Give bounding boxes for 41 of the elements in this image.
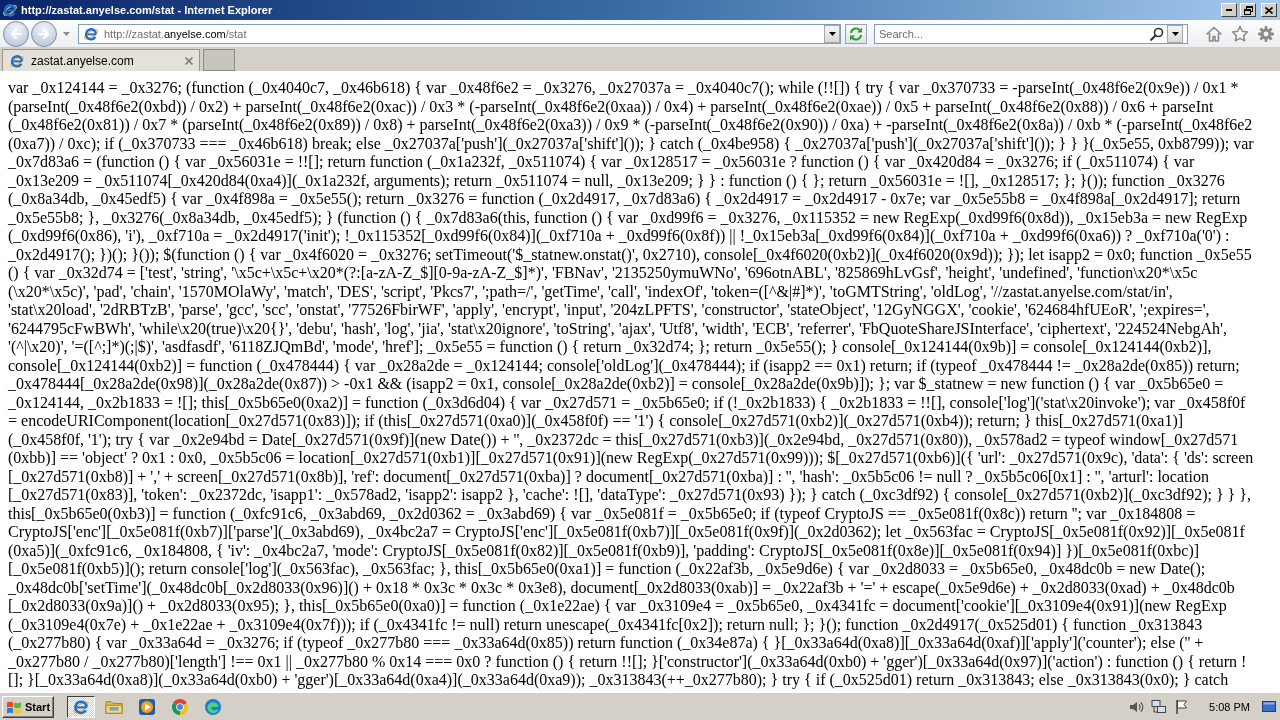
browser-logo-icon bbox=[72, 697, 90, 716]
script-source-text: var _0x124144 = _0x3276; (function (_0x4040c7, _0x46b618) { var _0x48f6e2 = _0x3276, _0x27037a = _0x4040c7(); while (!![]) { try { var _0x370733 = -parseInt(_0x48f6e2(0x9e)) / 0x1 * (parseInt(_0x48f6e2(0xbd)) / 0x2) + parseInt(_0x48f6e2(0xac)) / 0x3 * (-parseInt(_0x48f6e2(0xaa)) / 0x4) + parseInt(_0x48f6e2(0xae)) / 0x5 + parseInt(_0x48f6e2(0x88)) / 0x6 + parseInt (_0x48f6e2(0x81)) / 0x7 * (parseInt(_0x48f6e2(0x89)) / 0x8) + parseInt(_0x48f6e2(0xa3)) / 0x9 * (-parseInt(_0x48f6e2(0x90)) / 0xa) + -parseInt(_0x48f6e2(0x8a)) / 0xb * (-parseInt(_0x48f6e2 (0xa7)) / 0xc); if (_0x370733 === _0x46b618) break; else _0x27037a['push'](_0x27037a['shift']()); } catch (_0x4be958) { _0x27037a['push'](_0x27037a['shift']()); } } }(_0x5e55, 0xb8799)); var _0x7d83a6 = (function () { var _0x56031e = !![]; return function (_0x1a232f, _0x511074) { var _0x128517 = _0x56031e ? function () { var _0x420d84 = _0x3276; if (_0x511074) { var _0x13e209 = _0x511074[_0x420d84(0xa4)](_0x1a232f, arguments); return _0x511074 = null, _0x13e209; } } : function () { }; return _0x56031e = ![], _0x128517; }; }()); function _0x3276 (_0x8a34db, _0x45edf5) { var _0x4f898a = _0x5e55(); return _0x3276 = function (_0x2d4917, _0x7d83a6) { _0x2d4917 = _0x2d4917 - 0x7e; var _0x5e55b8 = _0x4f898a[_0x2d4917]; return _0x5e55b8; }, _0x3276(_0x8a34db, _0x45edf5); } (function () { _0x7d83a6(this, function () { var _0xd99f6 = _0x3276, _0x115352 = new RegExp(_0xd99f6(0x8d)), _0x15eb3a = new RegExp (_0xd99f6(0x86), 'i'), _0xf710a = _0x2d4917('init'); !_0x115352[_0xd99f6(0x84)](_0xf710a + _0xd99f6(0x8f)) || !_0x15eb3a[_0xd99f6(0x84)](_0xf710a + _0xd99f6(0xa6)) ? _0xf710a('0') : _0x2d4917(); })(); }()); $(function () { var _0x4f6020 = _0x3276; setTimeout('$_statnew.onstat()', 0x2710), console[_0x4f6020(0xb2)](_0x4f6020(0x9d)); }); let isapp2 = 0x0; function _0x5e55 () { var _0x32d74 = ['test', 'string', '\x5c+\x5c+\x20*(?:[a-zA-Z_$][0-9a-zA-Z_$]*)', 'FBNav', '2135250ymuWNo', '696otnABL', '825869hLvGsf', 'height', 'undefined', 'function\x20*\x5c (\x20*\x5c)', 'pad', 'chain', '1570MOlaWy', 'match', 'DES', 'script', 'Pkcs7', ';path=/', 'getTime', 'call', 'indexOf', 'token=([^&|#]*)', 'toGMTString', 'oldLog', '//zastat.anyelse.com/stat/in', 'stat\x20load', '2dRBTzB', 'parse', 'gcc', 'scc', 'onstat', '77526FbirWF', 'apply', 'encrypt', 'input', '204zLPFTS', 'constructor', 'stateObject', '12GyNGGX', 'cookie', '624684hfUEoR', ';expires=', '6244795cFwBWh', 'while\x20(true)\x20{}', 'debu', 'hash', 'log', 'jia', 'stat\x20ignore', 'toString', 'ajax', 'Utf8', 'width', 'ECB', 'referrer', 'FbQuoteShareJSInterface', 'ciphertext', '224524NebgAh', '(^|\x20)', '=([^;]*)(;|$)', 'asdfasdf', '6118ZJQmBd', 'mode', 'href']; _0x5e55 = function () { return _0x32d74; }; return _0x5e55(); } console[_0x124144(0x9b)] = console[_0x124144(0xb2)], console[_0x124144(0xb2)] = function (_0x478444) { var _0x28a2de = _0x124144; console['oldLog'](_0x478444); if (isapp2 == 0x1) return; if (typeof _0x478444 != _0x28a2de(0x85)) return; _0x478444[_0x28a2de(0x98)](_0x28a2de(0x87)) > -0x1 && (isapp2 = 0x1, console[_0x28a2de(0xb2)] = console[_0x28a2de(0x9b)]); }; var $_statnew = new function () { var _0x5b65e0 = _0x124144, _0x2b1833 = ![]; this[_0x5b65e0(0xa2)] = function (_0x3d6d04) { var _0x27d571 = _0x5b65e0; if (!_0x2b1833) { _0x2b1833 = !![], console['log']('stat\x20invoke'); var _0x458f0f = encodeURIComponent(location[_0x27d571(0x83)]); if (this[_0x27d571(0xa0)](_0x458f0f) == '1') { console[_0x27d571(0xb2)](_0x27d571(0xb4)); return; } this[_0x27d571(0xa1)] (_0x458f0f, '1'); try { var _0x2e94bd = Date[_0x27d571(0x9f)](new Date()) + '', _0x2372dc = this[_0x27d571(0xb3)](_0x2e94bd, _0x27d571(0x80)), _0x578ad2 = typeof window[_0x27d571 (0xbb)] == 'object' ? 0x1 : 0x0, _0x5b5c06 = location[_0x27d571(0xb1)][_0x27d571(0x91)](new RegExp(_0x27d571(0x99))); $[_0x27d571(0xb6)]({ 'url': _0x27d571(0x9c), 'data': { 'ds': screen [_0x27d571(0xb8)] + ',' + screen[_0x27d571(0x8b)], 'ref': document[_0x27d571(0xba)] ? document[_0x27d571(0xba)] : '', 'hash': _0x5b5c06 != null ? _0x5b5c06[0x1] : '', 'arturl': location [_0x27d571(0x83)], 'token': _0x2372dc, 'isapp1': _0x578ad2, 'isapp2': isapp2 }, 'cache': ![], 'dataType': _0x27d571(0x93) }); } catch (_0xc3df92) { console[_0x27d571(0xb2)](_0xc3df92); } } }, this[_0x5b65e0(0xb3)] = function (_0xfc91c6, _0x3abd69, _0x2d0362 = _0x3abd69) { var _0x5e081f = _0x5b65e0; if (typeof CryptoJS == _0x5e081f(0x8c)) return ''; var _0x184808 = CryptoJS['enc'][_0x5e081f(0xb7)]['parse'](_0x3abd69), _0x4bc2a7 = CryptoJS['enc'][_0x5e081f(0xb7)][_0x5e081f(0x9f)](_0x2d0362); let _0x563fac = CryptoJS[_0x5e081f(0x92)][_0x5e081f (0xa5)](_0xfc91c6, _0x184808, { 'iv': _0x4bc2a7, 'mode': CryptoJS[_0x5e081f(0x82)][_0x5e081f(0xb9)], 'padding': CryptoJS[_0x5e081f(0x8e)][_0x5e081f(0x94)] })[_0x5e081f(0xbc)] [_0x5e081f(0xb5)](); return console['log'](_0x563fac), _0x563fac; }, this[_0x5b65e0(0xa1)] = function (_0x22af3b, _0x5e9d6e) { var _0x2d8033 = _0x5b65e0, _0x48dc0b = new Date(); _0x48dc0b['setTime'](_0x48dc0b[_0x2d8033(0x96)]() + 0x18 * 0x3c * 0x3c * 0x3e8), document[_0x2d8033(0xab)] = _0x22af3b + '=' + escape(_0x5e9d6e) + _0x2d8033(0xad) + _0x48dc0b [_0x2d8033(0x9a)]() + _0x2d8033(0x95); }, this[_0x5b65e0(0xa0)] = function (_0x1e22ae) { var _0x3109e4 = _0x5b65e0, _0x4341fc = document['cookie'][_0x3109e4(0x91)](new RegExp (_0x3109e4(0x7e) + _0x1e22ae + _0x3109e4(0x7f))); if (_0x4341fc != null) return unescape(_0x4341fc[0x2]); return null; }; }(); function _0x2d4917(_0x525d01) { function _0x313843 (_0x277b80) { var _0x33a64d = _0x3276; if (typeof _0x277b80 === _0x33a64d(0x85)) return function (_0x34e87a) { }[_0x33a64d(0xa8)][_0x33a64d(0xaf)]['apply']('counter'); else ('' + _0x277b80 / _0x277b80)['length'] !== 0x1 || _0x277b80 % 0x14 === 0x0 ? function () { return !![]; }['constructor'](_0x33a64d(0xb0) + 'gger')[_0x33a64d(0x97)]('action') : function () { return ! []; }[_0x33a64d(0xa8)](_0x33a64d(0xb0) + 'gger')[_0x33a64d(0xa4)](_0x33a64d(0xa9)); _0x313843(++_0x277b80); } try { if (_0x525d01) return _0x313843; else _0x313843(0x0); } catch bbox=[8, 79, 1254, 690]
right-arrow-icon bbox=[37, 26, 51, 41]
window-title: http://zastat.anyelse.com/stat - Internet Explorer bbox=[21, 4, 274, 16]
address-dropdown-button[interactable] bbox=[824, 24, 840, 43]
search-box[interactable]: Search... bbox=[874, 23, 1188, 44]
forward-button[interactable] bbox=[31, 20, 57, 47]
home-icon[interactable] bbox=[1205, 24, 1223, 43]
left-arrow-icon bbox=[9, 26, 23, 41]
close-icon bbox=[1265, 6, 1273, 14]
browser-logo-icon bbox=[83, 25, 99, 42]
circle-logo-icon bbox=[171, 697, 189, 716]
minimize-button[interactable] bbox=[1221, 3, 1237, 17]
caret-down-icon bbox=[828, 31, 836, 36]
back-button[interactable] bbox=[3, 20, 29, 47]
search-dropdown-button[interactable] bbox=[1167, 24, 1183, 43]
desktop-icon[interactable] bbox=[1262, 701, 1276, 712]
restore-button[interactable] bbox=[1240, 3, 1256, 17]
close-icon[interactable] bbox=[184, 55, 194, 66]
folder-icon bbox=[105, 698, 123, 715]
close-button[interactable] bbox=[1261, 3, 1277, 17]
restore-icon bbox=[1243, 5, 1253, 15]
swirl-logo-icon bbox=[204, 697, 222, 716]
settings-icon[interactable] bbox=[1257, 24, 1275, 43]
browser-logo-icon bbox=[9, 52, 25, 69]
refresh-icon bbox=[848, 25, 864, 42]
address-field[interactable]: http://zastat.anyelse.com/stat bbox=[78, 23, 841, 44]
caret-down-icon bbox=[1171, 31, 1179, 36]
browser-tab[interactable]: zastat.anyelse.com bbox=[2, 49, 200, 71]
search-icon[interactable] bbox=[1150, 26, 1164, 41]
start-button[interactable]: Start bbox=[2, 695, 54, 718]
clock-text[interactable]: 5:08 PM bbox=[1209, 700, 1250, 713]
refresh-button[interactable] bbox=[845, 23, 867, 44]
play-icon bbox=[138, 697, 156, 716]
taskbar-button[interactable] bbox=[67, 695, 95, 718]
star-icon[interactable] bbox=[1231, 24, 1249, 43]
search-field[interactable]: Search... bbox=[875, 25, 1147, 42]
minimize-icon bbox=[1226, 9, 1232, 11]
network-icon[interactable] bbox=[1151, 698, 1168, 715]
caret-down-icon bbox=[63, 31, 70, 36]
browser-logo-icon bbox=[2, 2, 18, 18]
